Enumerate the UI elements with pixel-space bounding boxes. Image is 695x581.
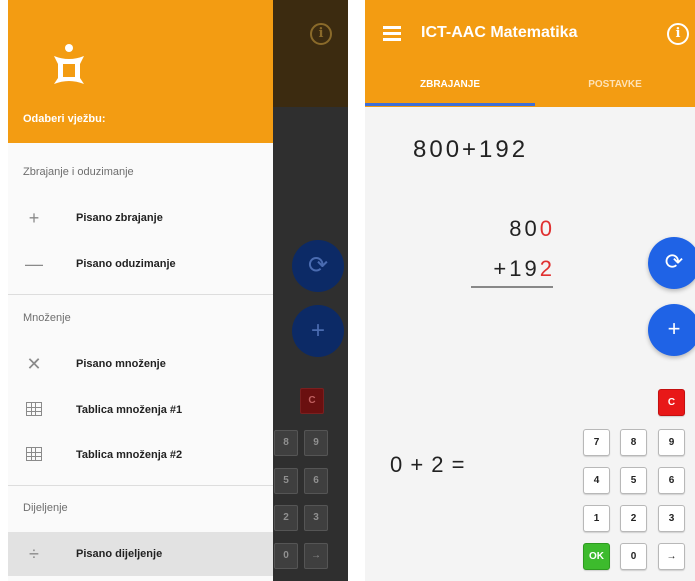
key-5[interactable]: 5 xyxy=(620,467,647,494)
plus-icon: + xyxy=(28,207,40,228)
grid-icon xyxy=(23,445,45,466)
key-4[interactable]: 4 xyxy=(583,467,610,494)
refresh-button[interactable]: ⟳ xyxy=(648,237,695,289)
drawer-divider xyxy=(8,485,273,486)
second-addend-highlight-digit: 2 xyxy=(539,256,555,281)
key-ok[interactable]: OK xyxy=(583,543,610,570)
first-addend-highlight-digit: 0 xyxy=(539,216,555,241)
background-add-fab: + xyxy=(292,305,344,357)
key-1[interactable]: 1 xyxy=(583,505,610,532)
background-key: 0 xyxy=(274,543,298,569)
section-title-addition-subtraction: Zbrajanje i oduzimanje xyxy=(23,166,134,178)
app-title: ICT-AAC Matematika xyxy=(421,24,578,41)
second-addend: +192 xyxy=(469,256,555,282)
background-key: 6 xyxy=(304,468,328,494)
add-button[interactable]: + xyxy=(648,304,695,356)
drawer-item-label: Pisano množenje xyxy=(76,358,166,370)
drawer-item-written-addition[interactable]: + Pisano zbrajanje xyxy=(8,197,273,239)
section-title-division: Dijeljenje xyxy=(23,502,68,514)
key-clear[interactable]: C xyxy=(658,389,685,416)
key-6[interactable]: 6 xyxy=(658,467,685,494)
key-8[interactable]: 8 xyxy=(620,429,647,456)
first-addend: 800 xyxy=(493,216,555,242)
problem-expression: 800+192 xyxy=(413,136,529,163)
refresh-icon: ⟳ xyxy=(664,249,684,274)
drawer-item-label: Tablica množenja #2 xyxy=(76,449,183,461)
tab-settings[interactable]: POSTAVKE xyxy=(535,76,695,107)
right-phone-screen: ICT-AAC Matematika i ZBRAJANJE POSTAVKE … xyxy=(365,0,695,581)
left-phone-screen: i ⟳ + C 8 9 5 6 2 3 0 → Odaberi vježbu: … xyxy=(8,0,348,581)
drawer-item-multiplication-table-2[interactable]: Tablica množenja #2 xyxy=(8,434,273,476)
first-addend-digits: 80 xyxy=(509,216,540,241)
drawer-item-label: Tablica množenja #1 xyxy=(76,404,183,416)
drawer-item-written-division[interactable]: ÷ Pisano dijeljenje xyxy=(8,532,273,576)
section-title-multiplication: Množenje xyxy=(23,312,71,324)
drawer-item-written-multiplication[interactable]: ✕ Pisano množenje xyxy=(8,343,273,385)
divide-icon: ÷ xyxy=(29,543,39,564)
minus-icon: — xyxy=(25,253,43,274)
current-step-equation: 0 + 2 = xyxy=(390,452,466,477)
grid-icon xyxy=(23,400,45,421)
background-info-icon: i xyxy=(310,23,332,45)
multiply-icon: ✕ xyxy=(26,353,42,374)
sum-line xyxy=(471,286,553,288)
key-2[interactable]: 2 xyxy=(620,505,647,532)
key-enter[interactable]: → xyxy=(658,543,685,570)
background-key: 8 xyxy=(274,430,298,456)
key-7[interactable]: 7 xyxy=(583,429,610,456)
drawer-item-label: Pisano zbrajanje xyxy=(76,212,163,224)
plus-icon: + xyxy=(667,316,681,341)
key-3[interactable]: 3 xyxy=(658,505,685,532)
app-logo-icon xyxy=(54,44,84,84)
drawer-header: Odaberi vježbu: xyxy=(8,0,273,143)
background-key: 5 xyxy=(274,468,298,494)
drawer-item-label: Pisano dijeljenje xyxy=(76,548,163,560)
drawer-header-title: Odaberi vježbu: xyxy=(23,113,106,125)
drawer-item-written-subtraction[interactable]: — Pisano oduzimanje xyxy=(8,243,273,285)
drawer-item-label: Pisano oduzimanje xyxy=(76,258,176,270)
background-key: 2 xyxy=(274,505,298,531)
background-key: 9 xyxy=(304,430,328,456)
background-key: 3 xyxy=(304,505,328,531)
background-refresh-fab: ⟳ xyxy=(292,240,344,292)
drawer-divider xyxy=(8,294,273,295)
navigation-drawer: Odaberi vježbu: Zbrajanje i oduzimanje +… xyxy=(8,0,273,581)
background-key: → xyxy=(304,543,328,569)
info-icon[interactable]: i xyxy=(667,23,689,45)
key-0[interactable]: 0 xyxy=(620,543,647,570)
key-9[interactable]: 9 xyxy=(658,429,685,456)
drawer-item-multiplication-table-1[interactable]: Tablica množenja #1 xyxy=(8,389,273,431)
background-key: C xyxy=(300,388,324,414)
second-addend-digits: +19 xyxy=(493,256,540,281)
menu-icon[interactable] xyxy=(383,26,401,41)
app-bar: ICT-AAC Matematika i ZBRAJANJE POSTAVKE xyxy=(365,0,695,107)
active-tab-indicator xyxy=(365,103,535,106)
